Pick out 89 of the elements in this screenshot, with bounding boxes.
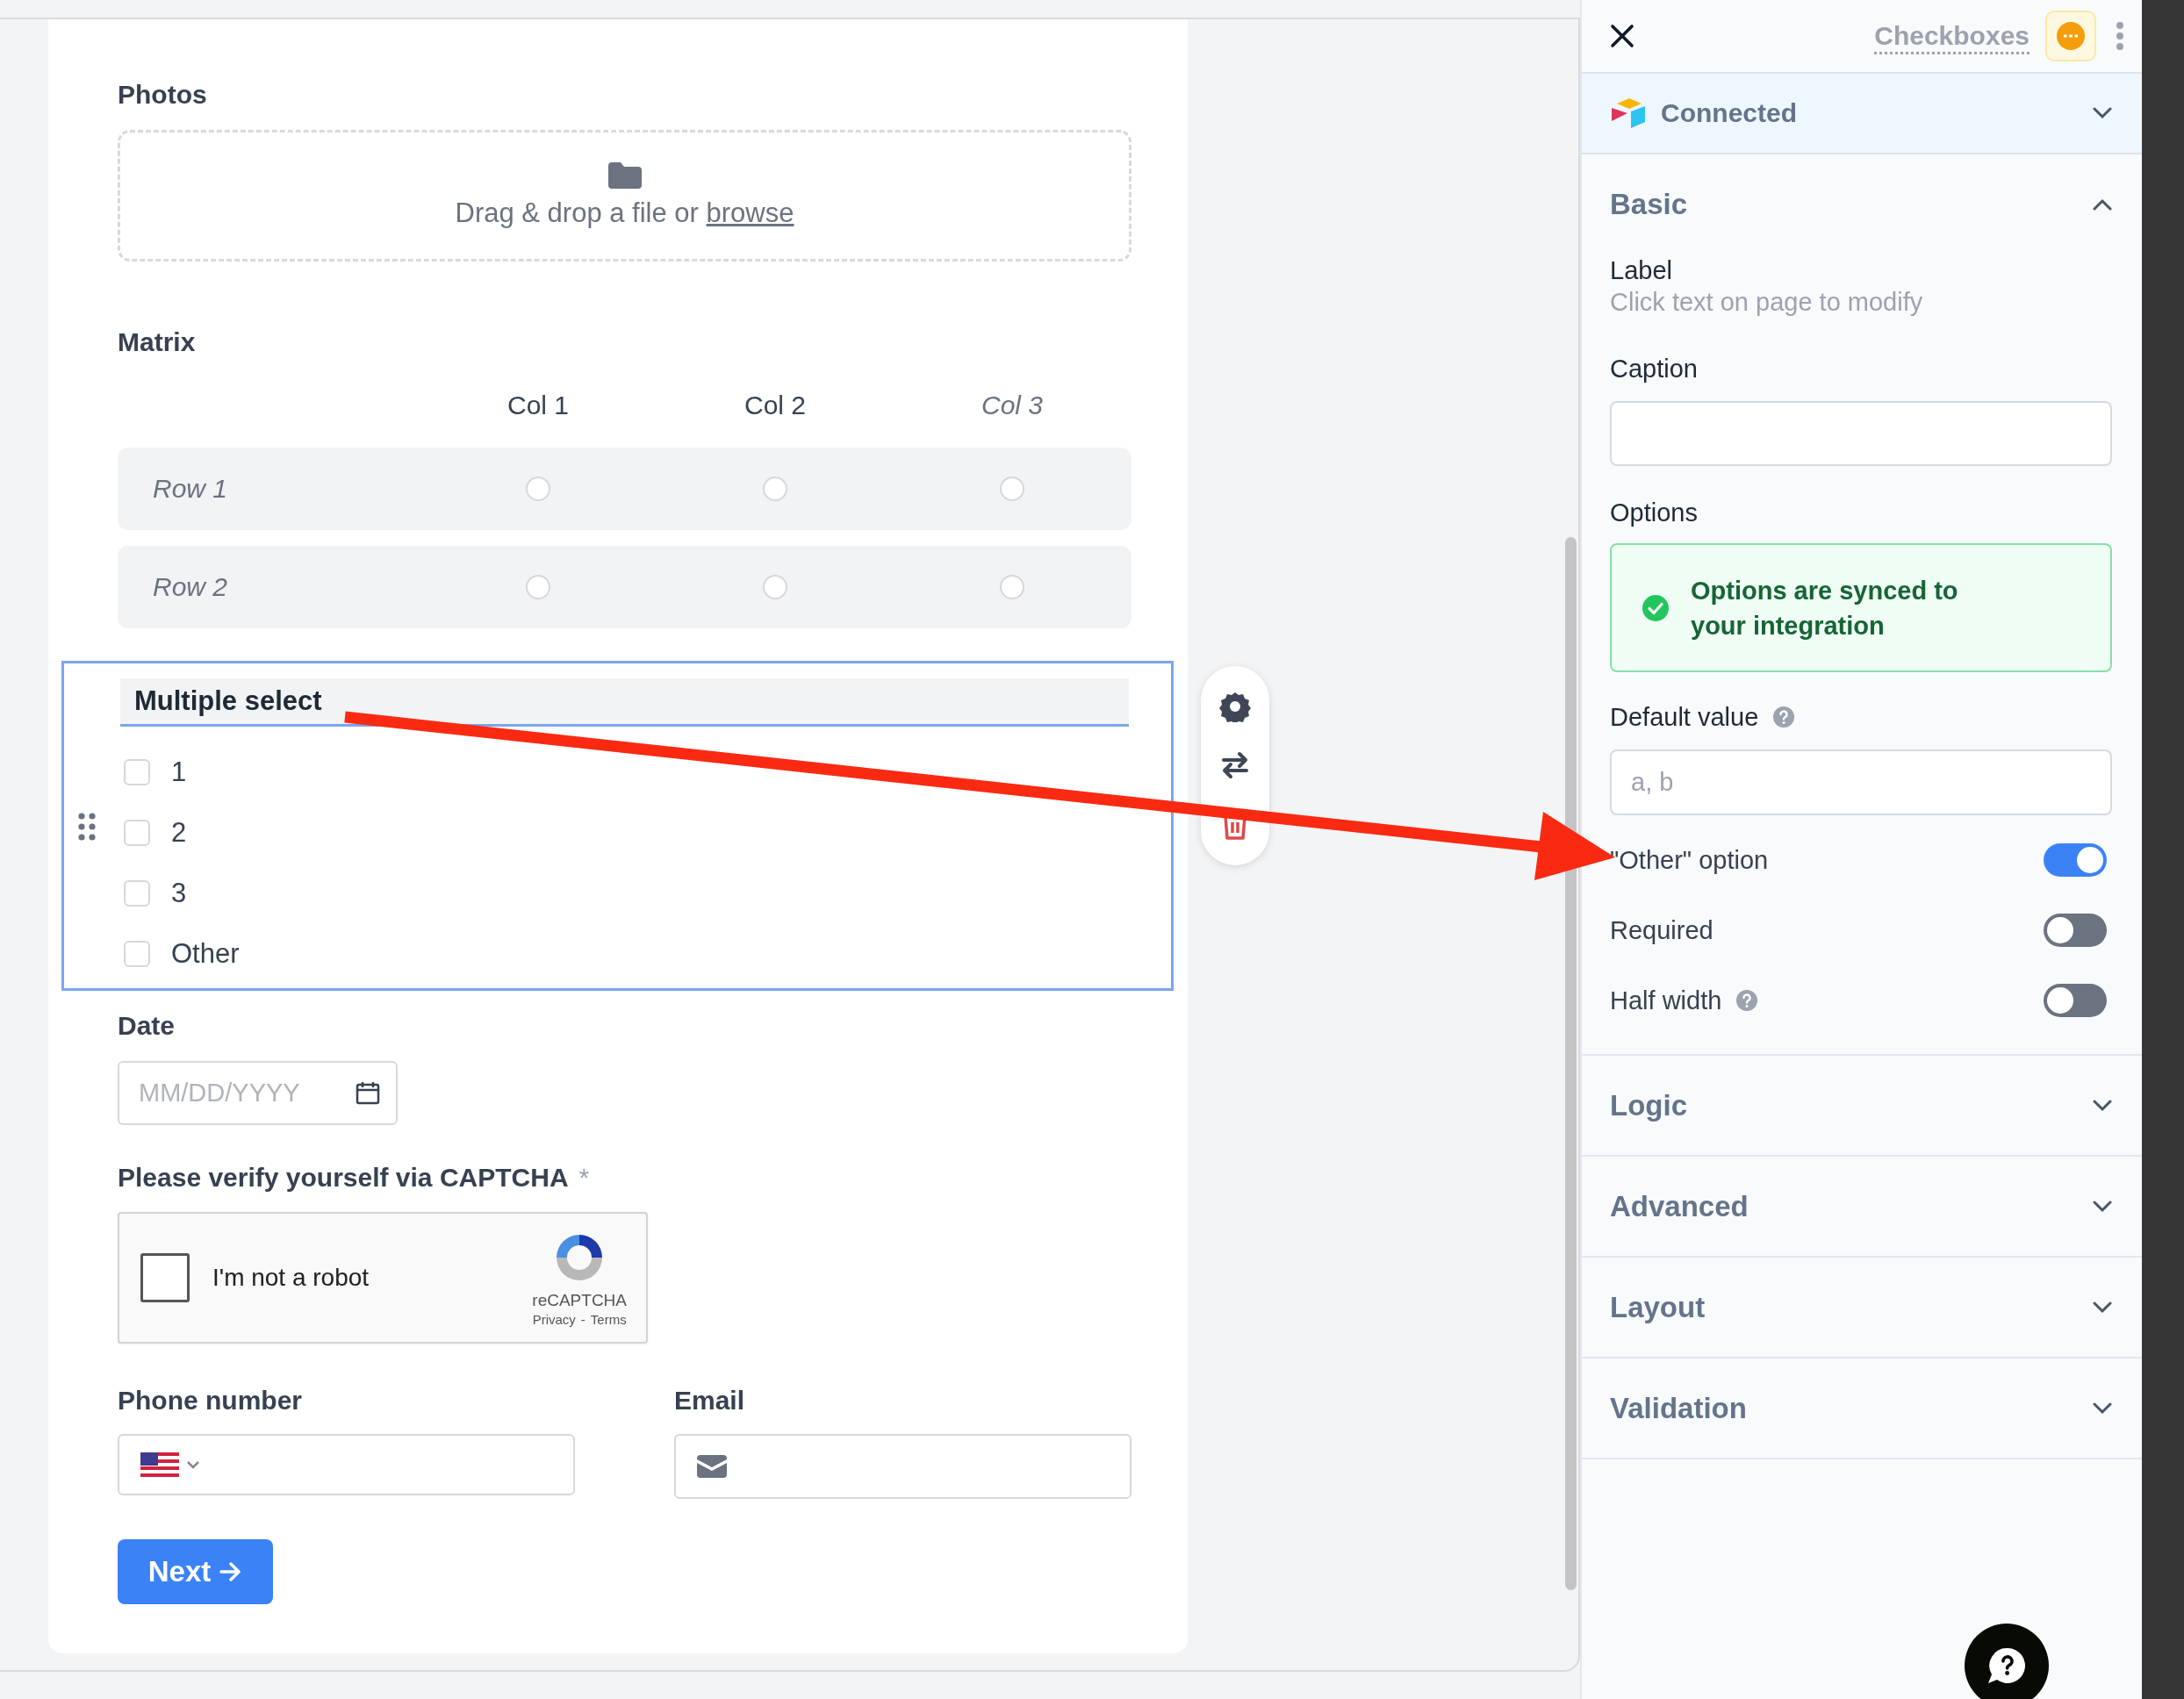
date-field[interactable]: MM/DD/YYYY	[118, 1061, 398, 1125]
calendar-icon	[356, 1080, 380, 1105]
chevron-down-icon	[2093, 107, 2112, 119]
check-circle-icon	[1642, 593, 1670, 622]
field-label: Matrix	[118, 326, 197, 358]
settings-icon	[1219, 691, 1251, 723]
toggle-label: Half width	[1610, 986, 1722, 1015]
chat-help-icon	[1986, 1646, 2027, 1685]
envelope-icon	[697, 1455, 727, 1478]
option-label: 3	[171, 877, 187, 909]
privacy-link[interactable]: Privacy	[532, 1311, 576, 1327]
checkbox[interactable]	[124, 940, 150, 967]
chevron-down-icon	[2093, 1401, 2112, 1415]
setting-label: Label	[1610, 255, 1673, 286]
separator: -	[580, 1311, 586, 1327]
close-icon	[1610, 24, 1634, 48]
radio-button[interactable]	[1000, 477, 1024, 501]
flag-icon	[140, 1452, 179, 1477]
radio-button[interactable]	[1000, 575, 1024, 599]
option-label: Other	[171, 937, 240, 970]
checkbox[interactable]	[124, 879, 150, 907]
notice-text: Options are synced to your integration	[1691, 575, 1959, 642]
checkbox[interactable]	[124, 758, 150, 785]
column-header: Col 2	[744, 391, 806, 420]
row-label: Row 1	[152, 474, 229, 504]
section-header[interactable]: Basic	[1582, 154, 2142, 254]
file-dropzone[interactable]: Drag & drop a file or browse	[118, 130, 1132, 262]
help-icon	[1772, 706, 1796, 728]
chevron-down-icon	[186, 1460, 200, 1469]
required-mark: *	[578, 1162, 590, 1194]
radio-button[interactable]	[763, 575, 787, 599]
toggle-label: "Other" option	[1610, 845, 1769, 875]
integration-label: Connected	[1661, 98, 1797, 128]
scrollbar-thumb[interactable]	[1565, 537, 1577, 1590]
close-button[interactable]	[1610, 24, 1634, 48]
field-label: Date	[118, 1010, 176, 1042]
toggle-switch[interactable]	[2044, 914, 2107, 947]
field-label: Phone number	[118, 1385, 303, 1416]
chevron-down-icon	[2093, 1099, 2112, 1112]
next-button[interactable]: Next	[118, 1539, 273, 1604]
more-button[interactable]	[2116, 22, 2124, 50]
radio-button[interactable]	[763, 477, 787, 501]
default-value-input[interactable]: a, b	[1610, 749, 2112, 815]
column-header: Col 1	[506, 391, 569, 420]
setting-label: Default value	[1610, 702, 1759, 733]
field-label: Photos	[118, 79, 208, 111]
captcha-brand: reCAPTCHA	[532, 1290, 627, 1310]
toggle-switch[interactable]	[2044, 843, 2107, 877]
column-header: Col 3	[981, 391, 1043, 420]
checkbox[interactable]	[124, 819, 150, 846]
field-label: Please verify yourself via CAPTCHA	[118, 1162, 569, 1194]
setting-label: Options	[1610, 498, 1699, 528]
arrow-right-icon	[219, 1561, 243, 1582]
captcha-label: I'm not a robot	[212, 1264, 370, 1292]
section-header[interactable]: Layout	[1582, 1258, 2142, 1357]
drag-handle-icon[interactable]	[78, 813, 96, 841]
phone-field[interactable]	[118, 1434, 575, 1495]
radio-button[interactable]	[526, 575, 550, 599]
panel-title[interactable]: Checkboxes	[1874, 21, 2030, 51]
radio-button[interactable]	[526, 477, 550, 501]
chevron-down-icon	[2093, 1301, 2112, 1314]
row-label: Row 2	[152, 572, 229, 602]
cube-icon	[1610, 98, 1647, 128]
setting-label: Caption	[1610, 354, 1699, 384]
integration-row[interactable]: Connected	[1582, 74, 2142, 154]
swap-arrows-icon	[1220, 750, 1250, 781]
section-header[interactable]: Logic	[1582, 1056, 2142, 1155]
field-label: Multiple select	[120, 678, 1129, 727]
more-icon	[2116, 22, 2124, 50]
toggle-switch[interactable]	[2044, 984, 2107, 1017]
status-button[interactable]	[2045, 11, 2096, 61]
caption-input[interactable]	[1610, 401, 2112, 466]
dropzone-text: Drag & drop a file or browse	[455, 197, 794, 229]
field-label: Email	[674, 1385, 746, 1416]
email-field[interactable]	[674, 1434, 1132, 1499]
help-icon	[1735, 989, 1759, 1012]
browse-link[interactable]: browse	[706, 197, 794, 228]
chevron-up-icon	[2093, 198, 2112, 211]
hint-text: Click text on page to modify	[1610, 287, 1924, 318]
section-header[interactable]: Advanced	[1582, 1157, 2142, 1256]
toggle-label: Required	[1610, 915, 1713, 945]
folder-icon	[607, 162, 642, 189]
option-label: 1	[171, 756, 187, 788]
captcha-checkbox[interactable]	[140, 1253, 190, 1302]
terms-link[interactable]: Terms	[590, 1311, 627, 1327]
ellipsis-icon	[2056, 21, 2086, 51]
option-label: 2	[171, 816, 187, 849]
section-header[interactable]: Validation	[1582, 1358, 2142, 1458]
chevron-down-icon	[2093, 1200, 2112, 1213]
